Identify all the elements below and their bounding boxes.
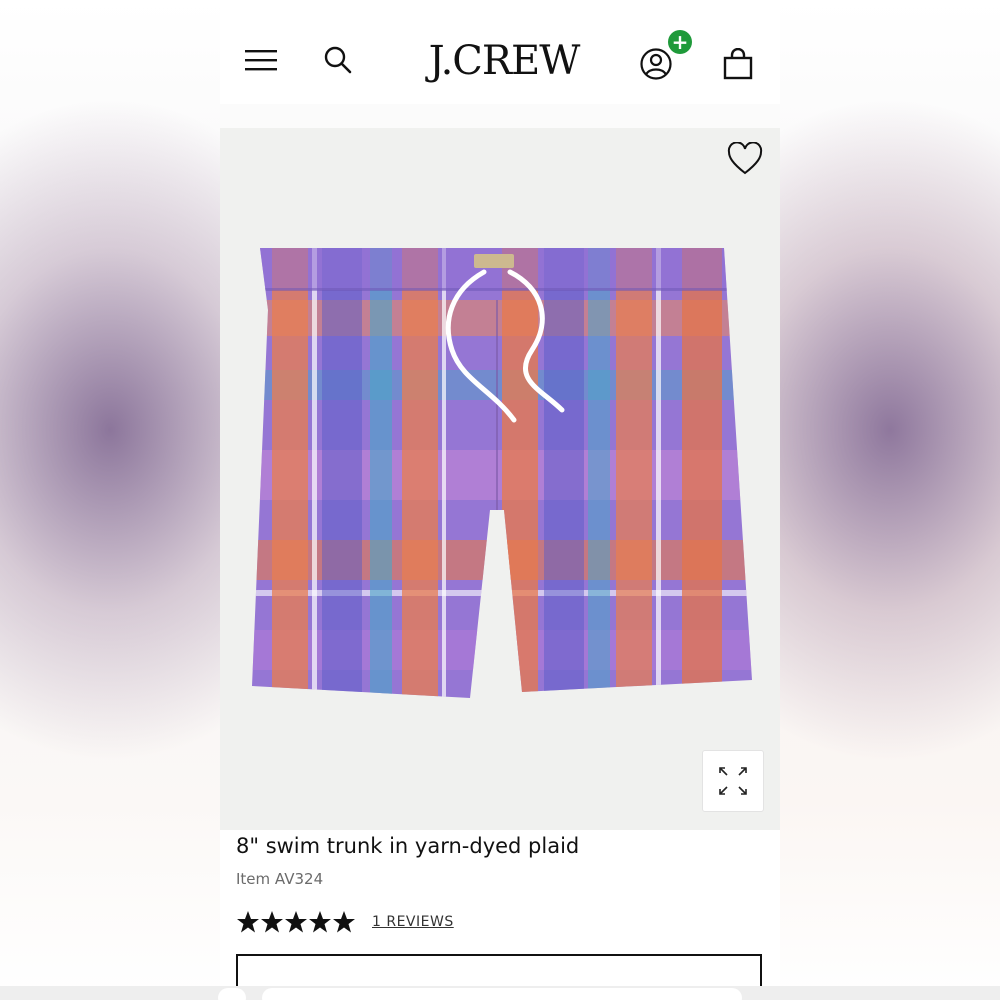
product-title: 8" swim trunk in yarn-dyed plaid — [236, 834, 580, 858]
star-icon — [333, 911, 355, 933]
star-icon — [261, 911, 283, 933]
product-page: J.CREW + 8" swim trunk in yarn-dyed plai… — [220, 0, 780, 1000]
browser-tab-button[interactable] — [218, 988, 246, 1008]
search-button[interactable] — [318, 40, 358, 80]
expand-image-button[interactable] — [702, 750, 764, 812]
browser-address-bar[interactable] — [262, 988, 742, 1008]
menu-button[interactable] — [242, 40, 282, 80]
blurred-background-right — [780, 0, 1000, 1000]
product-info: 8" swim trunk in yarn-dyed plaid Item AV… — [220, 830, 780, 1000]
brand-logo[interactable]: J.CREW — [416, 36, 592, 86]
star-icon — [309, 911, 331, 933]
wishlist-button[interactable] — [726, 141, 766, 180]
star-icon — [237, 911, 259, 933]
reviews-link[interactable]: 1 REVIEWS — [372, 914, 454, 930]
shopping-bag-button[interactable] — [716, 42, 760, 86]
product-image — [252, 248, 752, 698]
star-icon — [285, 911, 307, 933]
search-icon — [324, 46, 352, 74]
account-icon — [640, 48, 672, 80]
heart-icon — [727, 141, 763, 175]
site-header: J.CREW + — [220, 0, 780, 105]
shopping-bag-icon — [723, 48, 753, 80]
product-image-gallery[interactable] — [220, 128, 780, 830]
account-plus-badge[interactable]: + — [668, 30, 692, 54]
blurred-background-left — [0, 0, 220, 1000]
rating-stars[interactable] — [236, 910, 356, 936]
item-number: Item AV324 — [236, 870, 324, 888]
hamburger-menu-icon — [245, 50, 277, 71]
header-spacer — [220, 104, 780, 128]
expand-icon — [719, 767, 747, 795]
